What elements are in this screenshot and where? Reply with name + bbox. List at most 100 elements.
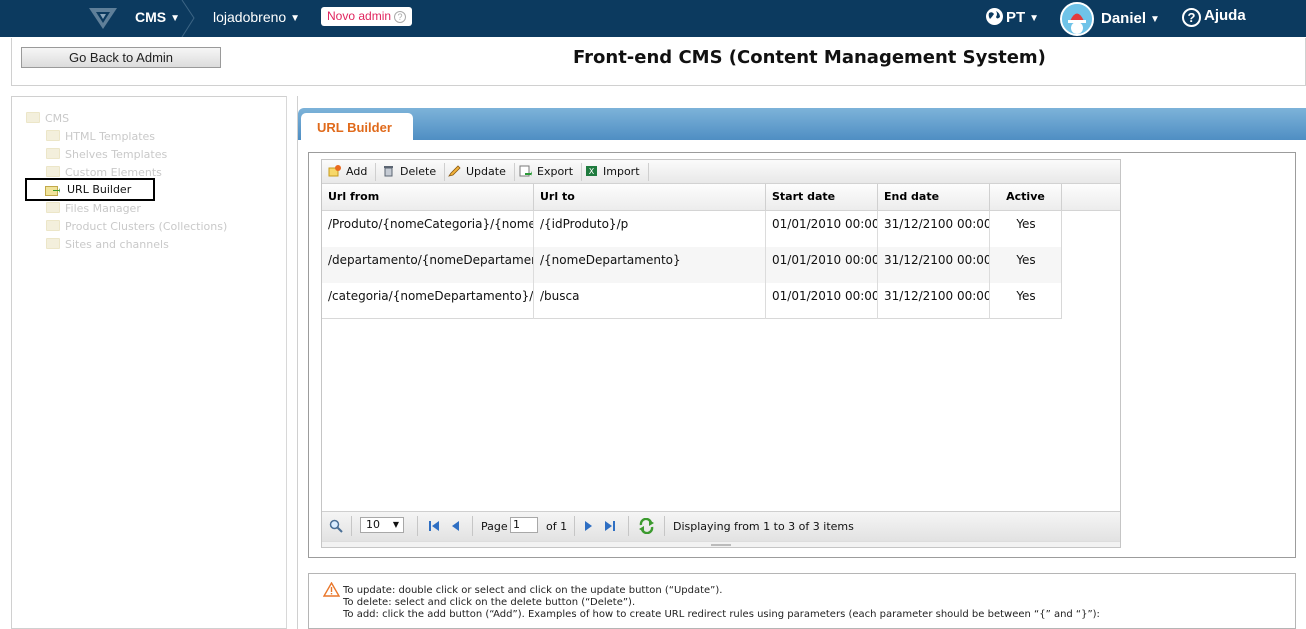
import-button[interactable]: X Import — [585, 163, 649, 181]
help-link[interactable]: ? Ajuda — [1182, 7, 1246, 27]
tree-item-product-clusters[interactable]: Product Clusters (Collections) — [46, 220, 227, 233]
tree-item-label: Files Manager — [65, 202, 141, 215]
warning-icon — [323, 582, 340, 597]
cell-active: Yes — [1016, 217, 1036, 231]
pager-separator — [472, 516, 473, 536]
tab-strip: URL Builder — [298, 108, 1306, 142]
cell-url-from: /Produto/{nomeCategoria}/{nomeP — [322, 211, 534, 247]
chevron-down-icon: ▼ — [170, 13, 181, 24]
grid-pager: 10 ▼ Page 1 of 1 Displaying from 1 to 3 … — [322, 511, 1120, 541]
column-header-end-date[interactable]: End date — [878, 184, 990, 210]
help-text-delete: To delete: select and click on the delet… — [343, 597, 636, 608]
first-page-icon[interactable] — [428, 520, 440, 532]
page-label: Page — [481, 520, 508, 533]
tree-item-files-manager[interactable]: Files Manager — [46, 202, 141, 215]
add-icon — [328, 165, 341, 177]
cell-active: Yes — [1016, 253, 1036, 267]
folder-icon — [46, 130, 60, 141]
help-text-update: To update: double click or select and cl… — [343, 585, 723, 596]
nav-store-label: lojadobreno — [213, 9, 287, 25]
top-navbar: CMS ▼ lojadobreno ▼ Novo admin? PT ▼ Daniel… — [0, 0, 1306, 37]
column-header-url-to[interactable]: Url to — [534, 184, 766, 210]
delete-button[interactable]: Delete — [382, 163, 446, 181]
language-selector[interactable]: PT ▼ — [986, 8, 1039, 26]
cell-end-date: 31/12/2100 00:00 — [878, 283, 990, 319]
nav-store-menu[interactable]: lojadobreno ▼ — [213, 9, 300, 25]
folder-icon — [46, 220, 60, 231]
cell-url-to: /{idProduto}/p — [534, 211, 766, 247]
content-box: Add Delete Update Export X Import Url fro… — [308, 152, 1296, 558]
tree-item-label: HTML Templates — [65, 130, 156, 143]
table-header: Url from Url to Start date End date Acti… — [322, 184, 1120, 211]
prev-page-icon[interactable] — [450, 520, 460, 532]
folder-icon — [46, 238, 60, 249]
table-row[interactable]: /Produto/{nomeCategoria}/{nomeP /{idProd… — [322, 211, 1062, 247]
chevron-down-icon: ▼ — [392, 520, 399, 529]
cell-url-from: /categoria/{nomeDepartamento}/{r — [322, 283, 534, 319]
pager-status: Displaying from 1 to 3 of 3 items — [673, 520, 854, 533]
cell-start-date: 01/01/2010 00:00 — [766, 247, 878, 283]
url-rules-grid: Add Delete Update Export X Import Url fro… — [321, 159, 1121, 548]
novo-admin-label: Novo admin — [327, 9, 392, 23]
user-menu[interactable]: Daniel ▼ — [1101, 10, 1160, 27]
tree-item-cms[interactable]: CMS — [26, 112, 69, 125]
update-button[interactable]: Update — [448, 163, 515, 181]
tree-item-sites-and-channels[interactable]: Sites and channels — [46, 238, 169, 251]
export-button[interactable]: Export — [519, 163, 583, 181]
delete-label: Delete — [400, 165, 437, 178]
page-size-select[interactable]: 10 ▼ — [360, 517, 404, 533]
folder-icon — [46, 166, 60, 177]
chevron-down-icon: ▼ — [1150, 14, 1160, 25]
page-header: Go Back to Admin Front-end CMS (Content … — [11, 38, 1306, 86]
folder-icon — [45, 186, 60, 196]
pager-separator — [351, 516, 352, 536]
tree-item-label: Shelves Templates — [65, 148, 168, 161]
help-circle-icon: ? — [394, 11, 407, 23]
globe-icon — [986, 8, 1003, 25]
update-icon — [448, 165, 461, 177]
chevron-down-icon: ▼ — [1029, 13, 1040, 24]
refresh-icon[interactable] — [638, 518, 655, 534]
cell-url-to: /{nomeDepartamento} — [534, 247, 766, 283]
breadcrumb-separator-icon — [181, 0, 195, 37]
pager-separator — [417, 516, 418, 536]
tab-url-builder[interactable]: URL Builder — [301, 113, 413, 142]
tree-item-url-builder[interactable]: URL Builder — [25, 178, 155, 201]
table-row[interactable]: /categoria/{nomeDepartamento}/{r /busca … — [322, 283, 1062, 319]
table-row[interactable]: /departamento/{nomeDepartamento /{nomeDe… — [322, 247, 1062, 283]
folder-icon — [26, 112, 40, 123]
search-icon[interactable] — [329, 519, 343, 533]
export-label: Export — [537, 165, 574, 178]
tree-item-html-templates[interactable]: HTML Templates — [46, 130, 155, 143]
column-header-start-date[interactable]: Start date — [766, 184, 878, 210]
cell-end-date: 31/12/2100 00:00 — [878, 247, 990, 283]
help-circle-icon: ? — [1182, 8, 1201, 27]
delete-icon — [384, 166, 393, 177]
tree-item-label: Product Clusters (Collections) — [65, 220, 228, 233]
novo-admin-badge[interactable]: Novo admin? — [321, 7, 413, 26]
pager-separator — [628, 516, 629, 536]
nav-cms-menu[interactable]: CMS ▼ — [135, 9, 180, 25]
pager-separator — [574, 516, 575, 536]
page-title: Front-end CMS (Content Management System… — [573, 47, 1046, 68]
avatar-icon[interactable] — [1060, 2, 1094, 36]
tree-item-shelves-templates[interactable]: Shelves Templates — [46, 148, 167, 161]
tree-item-label: Sites and channels — [65, 238, 169, 251]
column-header-url-from[interactable]: Url from — [322, 184, 534, 210]
folder-icon — [46, 148, 60, 159]
page-number-input[interactable]: 1 — [510, 517, 538, 533]
svg-text:X: X — [589, 167, 595, 176]
export-icon — [519, 165, 532, 177]
go-back-to-admin-button[interactable]: Go Back to Admin — [21, 47, 221, 68]
sidebar-tree: CMS HTML Templates Shelves Templates Cus… — [11, 96, 287, 629]
vtex-logo-icon[interactable] — [88, 6, 118, 30]
last-page-icon[interactable] — [604, 520, 616, 532]
next-page-icon[interactable] — [584, 520, 594, 532]
folder-icon — [46, 202, 60, 213]
help-label: Ajuda — [1204, 7, 1246, 24]
column-header-active[interactable]: Active — [990, 184, 1062, 210]
grid-resize-handle[interactable] — [322, 541, 1120, 547]
language-label: PT — [1006, 9, 1026, 26]
add-button[interactable]: Add — [328, 163, 377, 181]
tree-item-label: CMS — [45, 112, 70, 125]
